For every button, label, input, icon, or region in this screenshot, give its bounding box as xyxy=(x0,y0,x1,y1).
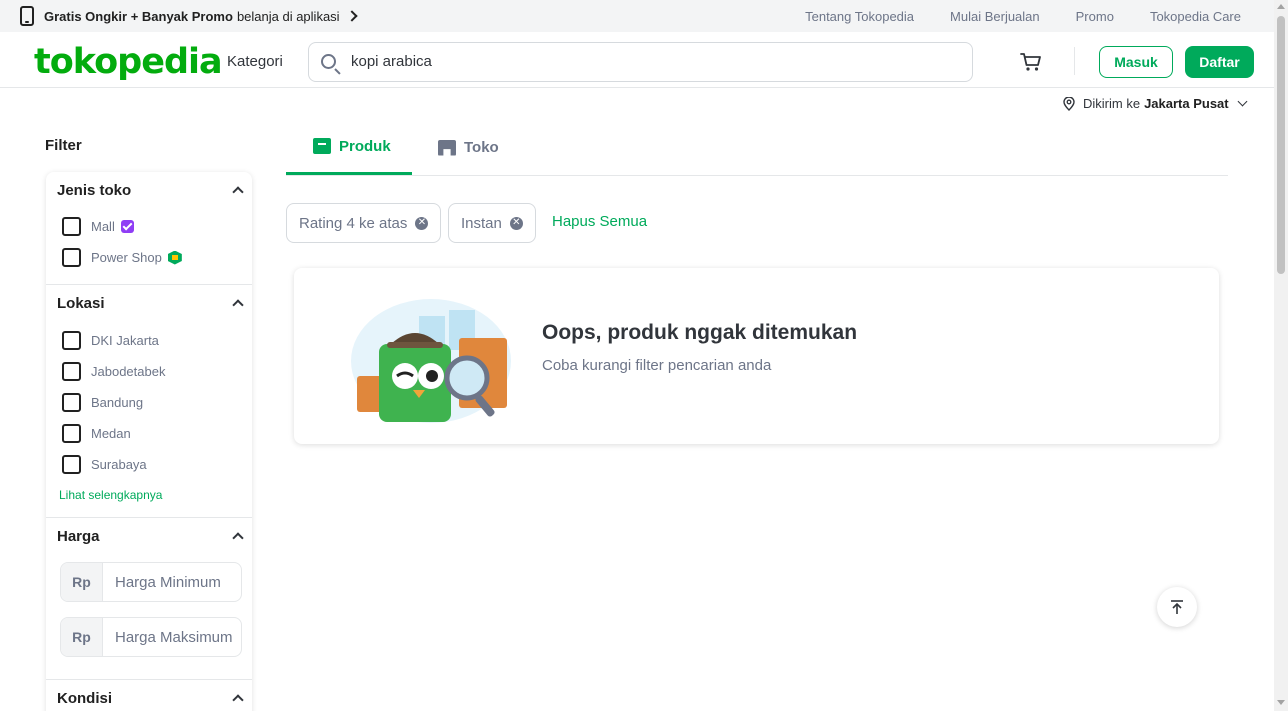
checkbox[interactable] xyxy=(62,331,81,350)
filter-title: Filter xyxy=(45,137,82,154)
filter-option-jabodetabek[interactable]: Jabodetabek xyxy=(62,362,165,381)
section-title-harga: Harga xyxy=(57,528,100,545)
link-promo[interactable]: Promo xyxy=(1076,9,1114,24)
empty-state-card: Oops, produk nggak ditemukan Coba kurang… xyxy=(294,268,1219,444)
filter-option-mall[interactable]: Mall xyxy=(62,217,134,236)
search-icon xyxy=(321,54,336,69)
option-label: DKI Jakarta xyxy=(91,333,159,348)
link-tentang-tokopedia[interactable]: Tentang Tokopedia xyxy=(805,9,914,24)
filter-option-medan[interactable]: Medan xyxy=(62,424,131,443)
option-label: Mall xyxy=(91,219,115,234)
register-button[interactable]: Daftar xyxy=(1185,46,1254,78)
tab-label: Produk xyxy=(339,137,391,155)
tab-toko[interactable]: Toko xyxy=(438,120,499,175)
chevron-up-icon[interactable] xyxy=(232,186,244,198)
link-mulai-berjualan[interactable]: Mulai Berjualan xyxy=(950,9,1040,24)
filter-chip-rating[interactable]: Rating 4 ke atas ✕ xyxy=(286,203,442,243)
checkbox[interactable] xyxy=(62,424,81,443)
filter-option-bandung[interactable]: Bandung xyxy=(62,393,143,412)
close-icon[interactable]: ✕ xyxy=(415,216,429,230)
page-scrollbar[interactable] xyxy=(1274,0,1288,711)
min-price-field[interactable]: Rp Harga Minimum xyxy=(60,562,242,602)
location-city: Jakarta Pusat xyxy=(1144,96,1229,111)
product-box-icon xyxy=(313,138,331,154)
promo-bold-text: Gratis Ongkir + Banyak Promo xyxy=(44,8,233,24)
option-label: Medan xyxy=(91,426,131,441)
chevron-up-icon[interactable] xyxy=(232,532,244,544)
empty-state-title: Oops, produk nggak ditemukan xyxy=(542,321,858,344)
tokopedia-logo[interactable]: tokopedia xyxy=(34,42,223,82)
search-value: kopi arabica xyxy=(351,53,432,70)
currency-prefix: Rp xyxy=(61,563,103,601)
max-price-placeholder: Harga Maksimum xyxy=(115,628,233,646)
scrollbar-thumb[interactable] xyxy=(1277,16,1285,274)
filter-section-jenis-toko: Jenis toko Mall Power Shop xyxy=(46,172,252,285)
option-label: Power Shop xyxy=(91,250,162,265)
chip-label: Rating 4 ke atas xyxy=(299,214,408,232)
scroll-down-arrow-icon[interactable] xyxy=(1277,700,1285,705)
header-divider xyxy=(1074,47,1075,75)
link-tokopedia-care[interactable]: Tokopedia Care xyxy=(1150,9,1241,24)
shipping-location-selector[interactable]: Dikirim ke Jakarta Pusat xyxy=(1063,96,1248,111)
filter-section-lokasi: Lokasi DKI Jakarta Jabodetabek Bandung M… xyxy=(46,285,252,518)
max-price-field[interactable]: Rp Harga Maksimum xyxy=(60,617,242,657)
top-links: Tentang Tokopedia Mulai Berjualan Promo … xyxy=(805,9,1274,24)
result-tabs: Produk Toko xyxy=(286,120,1228,176)
cart-icon[interactable] xyxy=(1020,52,1042,72)
chip-label: Instan xyxy=(461,214,502,232)
phone-icon xyxy=(20,6,34,26)
tab-produk[interactable]: Produk xyxy=(286,120,412,175)
chevron-up-icon[interactable] xyxy=(232,299,244,311)
search-input[interactable]: kopi arabica xyxy=(308,42,973,82)
location-prefix: Dikirim ke xyxy=(1083,96,1141,111)
filter-option-surabaya[interactable]: Surabaya xyxy=(62,455,147,474)
close-icon[interactable]: ✕ xyxy=(509,216,523,230)
promo-text: belanja di aplikasi xyxy=(236,8,340,24)
checkbox[interactable] xyxy=(62,393,81,412)
checkbox[interactable] xyxy=(62,217,81,236)
chevron-down-icon xyxy=(1237,96,1248,107)
currency-prefix: Rp xyxy=(61,618,103,656)
section-title-kondisi: Kondisi xyxy=(57,690,112,707)
checkbox[interactable] xyxy=(62,455,81,474)
back-to-top-button[interactable] xyxy=(1157,587,1197,627)
option-label: Surabaya xyxy=(91,457,147,472)
login-button[interactable]: Masuk xyxy=(1099,46,1173,78)
chevron-right-icon xyxy=(345,10,358,22)
filter-option-power-shop[interactable]: Power Shop xyxy=(62,248,182,267)
option-label: Bandung xyxy=(91,395,144,410)
section-title-lokasi: Lokasi xyxy=(57,295,105,312)
tab-label: Toko xyxy=(464,139,499,156)
filter-option-dki-jakarta[interactable]: DKI Jakarta xyxy=(62,331,159,350)
mall-badge-icon xyxy=(120,220,134,233)
checkbox[interactable] xyxy=(62,248,81,267)
location-pin-icon xyxy=(1063,96,1075,111)
filter-section-kondisi: Kondisi xyxy=(46,680,252,711)
store-icon xyxy=(438,139,456,156)
clear-all-filters-link[interactable]: Hapus Semua xyxy=(552,213,647,230)
kategori-menu[interactable]: Kategori xyxy=(227,53,283,70)
section-title-jenis-toko: Jenis toko xyxy=(57,182,132,199)
empty-search-illustration xyxy=(351,299,511,423)
chevron-up-icon[interactable] xyxy=(232,694,244,706)
filter-chip-instan[interactable]: Instan ✕ xyxy=(448,203,536,243)
checkbox[interactable] xyxy=(62,362,81,381)
empty-state-subtitle: Coba kurangi filter pencarian anda xyxy=(542,357,772,374)
scroll-up-arrow-icon[interactable] xyxy=(1277,4,1285,9)
option-label: Jabodetabek xyxy=(91,364,166,379)
filter-panel: Jenis toko Mall Power Shop Lokasi DKI Ja… xyxy=(46,172,252,711)
app-promo-link[interactable]: Gratis Ongkir + Banyak Promo belanja di … xyxy=(0,6,358,26)
see-more-locations-link[interactable]: Lihat selengkapnya xyxy=(59,488,162,502)
power-shop-badge-icon xyxy=(167,250,182,265)
main-header: tokopedia Kategori kopi arabica Masuk Da… xyxy=(0,32,1274,88)
promo-bar: Gratis Ongkir + Banyak Promo belanja di … xyxy=(0,0,1274,32)
filter-section-harga: Harga Rp Harga Minimum Rp Harga Maksimum xyxy=(46,518,252,680)
arrow-up-to-top-icon xyxy=(1171,600,1183,614)
min-price-placeholder: Harga Minimum xyxy=(115,573,221,591)
